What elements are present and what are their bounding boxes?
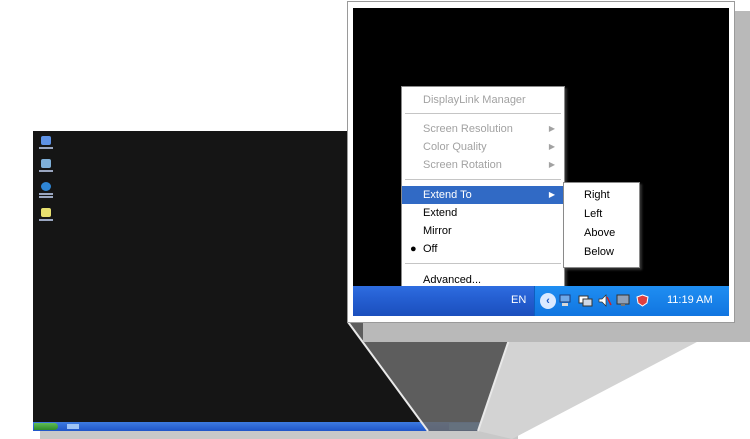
menu-title: DisplayLink Manager: [423, 94, 526, 106]
menu-item-off[interactable]: ● Off: [402, 240, 564, 258]
submenu-item-below[interactable]: Below: [564, 243, 639, 262]
zoom-inset: DisplayLink Manager Screen Resolution ▶ …: [347, 1, 735, 323]
submenu-arrow-icon: ▶: [548, 142, 555, 151]
menu-item-label: Extend: [423, 207, 458, 219]
internet-explorer-icon[interactable]: [38, 182, 54, 198]
menu-item-screen-resolution[interactable]: Screen Resolution ▶: [402, 120, 564, 138]
security-icon[interactable]: [635, 294, 650, 307]
displaylink-context-menu: DisplayLink Manager Screen Resolution ▶ …: [401, 86, 565, 300]
start-button[interactable]: [34, 423, 58, 430]
menu-item-screen-rotation[interactable]: Screen Rotation ▶: [402, 156, 564, 174]
menu-item-label: Mirror: [423, 225, 452, 237]
menu-item-label: Screen Resolution: [423, 123, 513, 135]
menu-item-extend-to[interactable]: Extend To ▶: [402, 186, 564, 204]
taskbar: EN ‹ 11:19 AM: [353, 286, 729, 316]
network-icon[interactable]: [559, 294, 574, 307]
zoom-screen: DisplayLink Manager Screen Resolution ▶ …: [353, 8, 729, 316]
submenu-arrow-icon: ▶: [548, 160, 555, 169]
menu-item-label: Color Quality: [423, 141, 487, 153]
submenu-item-left[interactable]: Left: [564, 205, 639, 224]
menu-item-label: Extend To: [423, 189, 472, 201]
system-tray: ‹ 11:19 AM: [534, 286, 729, 316]
language-indicator[interactable]: EN: [511, 294, 526, 306]
monitor-icon[interactable]: [616, 294, 631, 307]
volume-icon[interactable]: [597, 294, 612, 307]
submenu-item-right[interactable]: Right: [564, 186, 639, 205]
submenu-arrow-icon: ▶: [548, 124, 555, 133]
show-hidden-icon[interactable]: ‹: [540, 293, 556, 309]
menu-separator: [405, 179, 561, 180]
my-computer-icon[interactable]: [38, 136, 54, 149]
menu-item-label: Advanced...: [423, 274, 482, 286]
quick-launch-icon[interactable]: [67, 424, 79, 429]
recycle-bin-icon[interactable]: [38, 208, 54, 221]
extend-to-submenu: Right Left Above Below: [563, 182, 640, 268]
radio-bullet-icon: ●: [410, 243, 417, 255]
submenu-item-above[interactable]: Above: [564, 224, 639, 243]
menu-item-label: Screen Rotation: [423, 159, 502, 171]
displaylink-icon[interactable]: [578, 294, 593, 307]
documents-icon[interactable]: [38, 159, 54, 172]
menu-item-extend[interactable]: Extend: [402, 204, 564, 222]
menu-item-label: Off: [423, 243, 438, 255]
menu-item-color-quality[interactable]: Color Quality ▶: [402, 138, 564, 156]
submenu-arrow-icon: ▶: [548, 190, 555, 199]
menu-item-mirror[interactable]: Mirror: [402, 222, 564, 240]
preview-taskbar: [33, 422, 511, 431]
menu-separator: [405, 263, 561, 264]
clock[interactable]: 11:19 AM: [667, 294, 713, 306]
menu-separator: [405, 113, 561, 114]
preview-tray: [449, 423, 509, 430]
